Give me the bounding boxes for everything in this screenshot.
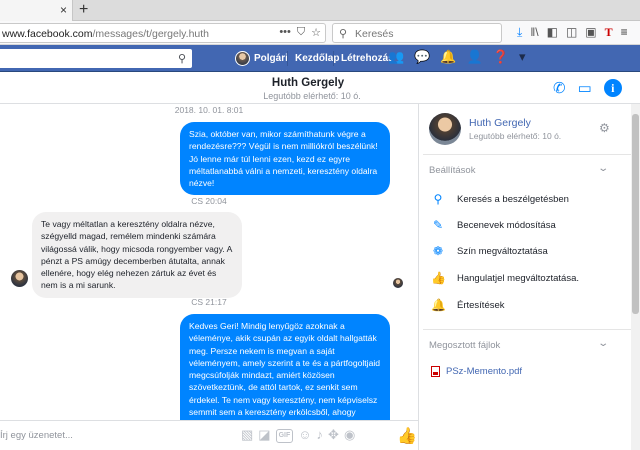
message-list[interactable]: 2018. 10. 01. 8:01 Szia, október van, mi… — [0, 104, 418, 420]
option-notifications[interactable]: 🔔 Értesítések — [431, 298, 505, 312]
close-tab-icon[interactable]: × — [60, 3, 67, 17]
option-label: Hangulatjel megváltoztatása. — [457, 272, 579, 284]
message-composer: Írj egy üzenetet... ▧ ◪ GIF ☺ ♪ ✥ ◉ 👍 — [0, 420, 418, 450]
sticker-icon[interactable]: ◪ — [258, 427, 270, 443]
option-label: Becenevek módosítása — [457, 219, 556, 231]
bookmark-star-icon[interactable]: ☆ — [311, 26, 321, 39]
option-label: Szín megváltoztatása — [457, 245, 548, 257]
conversation-header: Huth Gergely Legutóbb elérhető: 10 ó. ✆ … — [0, 72, 640, 104]
extension-t-icon[interactable]: T — [605, 25, 613, 40]
browser-tab[interactable]: × — [0, 0, 73, 21]
notifications-icon[interactable]: 🔔 — [440, 49, 456, 65]
gif-button[interactable]: GIF — [275, 429, 294, 443]
page-actions-icon[interactable]: ••• — [279, 26, 291, 39]
browser-search-placeholder: Keresés — [355, 28, 394, 40]
palette-icon: ❁ — [432, 244, 444, 258]
help-icon[interactable]: ❓ — [493, 49, 509, 65]
message-bubble-outgoing[interactable]: Kedves Geri! Mindig lenyűgöz azoknak a v… — [180, 314, 390, 420]
camera-icon[interactable]: ◉ — [344, 427, 355, 443]
microphone-icon[interactable]: ♪ — [317, 427, 324, 443]
library-icon[interactable]: ‖\ — [530, 25, 538, 40]
message-bubble-incoming[interactable]: Te vagy méltatlan a keresztény oldalra n… — [32, 212, 242, 298]
messenger-icon[interactable]: 💬 — [414, 49, 430, 65]
message-bubble-outgoing[interactable]: Szia, október van, mikor számíthatunk vé… — [180, 122, 390, 196]
friend-requests-icon[interactable]: 👥 — [388, 49, 404, 65]
pocket-icon[interactable]: ⛉ — [297, 26, 305, 39]
scrollbar-thumb[interactable] — [632, 114, 639, 314]
facebook-nav-icons: 👥 💬 🔔 👤 ❓ ▾ — [388, 49, 525, 65]
browser-tool-icons: ⤓ ‖\ ◧ ◫ ▣ T ≡ — [517, 25, 628, 40]
info-icon[interactable]: i — [603, 79, 622, 97]
new-tab-button[interactable]: + — [79, 1, 88, 19]
create-link[interactable]: Létrehozás — [341, 53, 394, 64]
option-change-emoji[interactable]: 👍 Hangulatjel megváltoztatása. — [431, 271, 579, 285]
url-actions: ••• ⛉ ☆ — [279, 26, 321, 39]
image-icon[interactable]: ▧ — [241, 427, 253, 443]
settings-section-title[interactable]: Beállítások — [429, 165, 475, 176]
chevron-down-icon[interactable]: ⌄ — [597, 338, 609, 349]
avatar — [11, 270, 28, 287]
message-input[interactable]: Írj egy üzenetet... — [0, 430, 73, 441]
address-bar[interactable]: www.facebook.com/messages/t/gergely.huth… — [0, 23, 326, 43]
nav-divider — [287, 51, 288, 66]
avatar[interactable] — [429, 113, 461, 145]
conversation-details-panel: Huth Gergely Legutóbb elérhető: 10 ó. ⚙ … — [418, 104, 640, 450]
shared-file-item[interactable]: PSz-Memento.pdf — [431, 366, 522, 377]
url-text: www.facebook.com/messages/t/gergely.huth — [2, 28, 209, 40]
message-timestamp: CS 20:04 — [191, 196, 227, 206]
search-icon[interactable]: ⚲ — [178, 52, 186, 65]
screenshot-icon[interactable]: ◫ — [566, 25, 577, 40]
account-menu-icon[interactable]: ▾ — [519, 49, 526, 65]
composer-tools: ▧ ◪ GIF ☺ ♪ ✥ ◉ — [241, 427, 355, 443]
find-friends-icon[interactable]: 👤 — [467, 49, 483, 65]
shared-files-section-title[interactable]: Megosztott fájlok — [429, 340, 500, 351]
profile-link[interactable]: Polgári — [235, 51, 288, 66]
conversation-title[interactable]: Huth Gergely — [0, 77, 632, 89]
menu-icon[interactable]: ≡ — [621, 25, 628, 40]
chevron-down-icon[interactable]: ⌄ — [597, 163, 609, 174]
phone-icon[interactable]: ✆ — [553, 79, 566, 97]
message-timestamp: CS 21:17 — [191, 297, 227, 307]
video-call-icon[interactable]: ▭ — [578, 79, 592, 97]
divider — [423, 154, 637, 155]
conversation-actions: ✆ ▭ i — [553, 79, 622, 97]
game-icon[interactable]: ✥ — [328, 427, 339, 443]
scrollbar[interactable] — [631, 104, 640, 450]
divider — [423, 329, 637, 330]
facebook-top-bar: ⚲ Polgári Kezdőlap Létrehozás 👥 💬 🔔 👤 ❓ … — [0, 45, 640, 72]
search-icon: ⚲ — [433, 192, 443, 206]
emoji-icon[interactable]: ☺ — [298, 427, 311, 443]
facebook-search-input[interactable]: ⚲ — [0, 49, 192, 68]
sidebar-icon[interactable]: ◧ — [547, 25, 558, 40]
profile-name: Polgári — [254, 53, 288, 64]
url-path: /messages/t/gergely.huth — [92, 28, 210, 40]
contact-name[interactable]: Huth Gergely — [469, 117, 531, 129]
nav-divider — [333, 51, 334, 66]
seen-indicator-avatar — [393, 278, 403, 288]
shield-icon[interactable]: ▣ — [585, 25, 596, 40]
option-change-color[interactable]: ❁ Szín megváltoztatása — [431, 244, 548, 258]
avatar — [235, 51, 250, 66]
pdf-icon — [431, 366, 440, 377]
browser-search-box[interactable]: ⚲ Keresés — [332, 23, 502, 43]
option-label: Értesítések — [457, 299, 505, 311]
gear-icon[interactable]: ⚙ — [599, 121, 610, 135]
url-host: www.facebook.com — [2, 28, 93, 40]
bell-icon: 🔔 — [431, 298, 446, 312]
option-label: Keresés a beszélgetésben — [457, 193, 569, 205]
thumbs-up-icon[interactable]: 👍 — [397, 426, 417, 446]
message-timestamp: 2018. 10. 01. 8:01 — [174, 105, 244, 115]
contact-status: Legutóbb elérhető: 10 ó. — [469, 131, 562, 141]
search-icon: ⚲ — [339, 28, 348, 40]
pencil-icon: ✎ — [432, 218, 444, 232]
option-search-conversation[interactable]: ⚲ Keresés a beszélgetésben — [431, 192, 569, 206]
browser-tab-bar: × + — [0, 0, 640, 21]
thumbs-up-icon: 👍 — [431, 271, 446, 285]
browser-toolbar: www.facebook.com/messages/t/gergely.huth… — [0, 21, 640, 45]
conversation-status: Legutóbb elérhető: 10 ó. — [263, 91, 361, 101]
shared-file-name: PSz-Memento.pdf — [446, 366, 523, 377]
download-icon[interactable]: ⤓ — [517, 25, 522, 40]
option-edit-nicknames[interactable]: ✎ Becenevek módosítása — [431, 218, 556, 232]
